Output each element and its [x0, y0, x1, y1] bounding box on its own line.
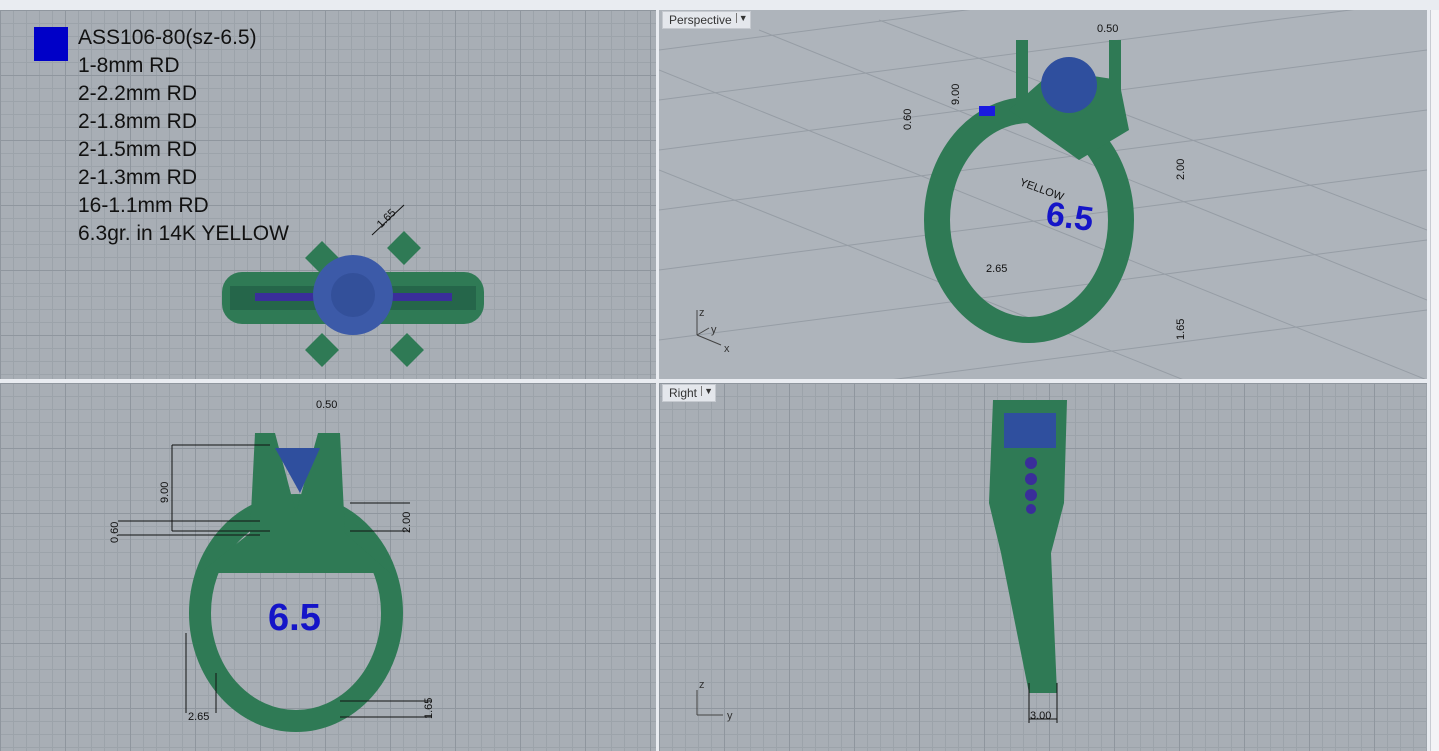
dimension-label: 0.60: [902, 109, 914, 130]
dimension-label: 9.00: [159, 482, 171, 503]
ring-size-label: 6.5: [1043, 194, 1096, 240]
viewport-title: Perspective: [669, 13, 732, 27]
legend-line: 6.3gr. in 14K YELLOW: [78, 222, 289, 245]
dimension-label: 1.65: [423, 698, 435, 719]
legend-line: 16-1.1mm RD: [78, 194, 209, 217]
legend: ASS106-80(sz-6.5) 1-8mm RD 2-2.2mm RD 2-…: [34, 24, 354, 260]
viewport-label-right[interactable]: Right ▼: [662, 384, 717, 402]
dropdown-arrow-icon[interactable]: ▼: [701, 386, 713, 396]
legend-line: 2-2.2mm RD: [78, 82, 198, 105]
dimension-label: 9.00: [950, 84, 962, 105]
dimension-label: 1.65: [375, 207, 399, 231]
perspective-grid: 0.50 9.00 0.60 2.00 2.65 1.65 YELLOW z y…: [659, 10, 1427, 379]
dimension-label: 2.65: [188, 711, 209, 723]
axis-y-label: y: [711, 324, 717, 336]
side-panel: [1430, 10, 1439, 751]
axis-z-label: z: [699, 679, 705, 691]
color-swatch: [34, 27, 68, 61]
dimension-label: 0.50: [1097, 23, 1118, 35]
ring-size-label: 6.5: [268, 597, 321, 639]
dimension-label: 2.00: [1175, 159, 1187, 180]
viewport-label-perspective[interactable]: Perspective ▼: [662, 11, 751, 29]
dimension-label: 1.65: [1175, 319, 1187, 340]
dimension-label: 2.65: [986, 263, 1007, 275]
dimension-label: 2.00: [401, 512, 413, 533]
dropdown-arrow-icon[interactable]: ▼: [735, 13, 748, 23]
viewport-top[interactable]: 1.65 ASS106-80(sz-6.5) 1-8mm RD 2-2.2mm …: [0, 10, 656, 379]
dimension-label: 3.00: [1030, 710, 1051, 722]
legend-line: ASS106-80(sz-6.5): [78, 26, 257, 49]
legend-line: 2-1.5mm RD: [78, 138, 198, 161]
legend-line: 2-1.8mm RD: [78, 110, 198, 133]
viewport-front[interactable]: 0.50 9.00 0.60 2.00 2.65 1.65 6.5: [0, 383, 656, 751]
dimension-label: 0.50: [316, 399, 337, 411]
ring-right-drawing: 3.00 z y: [696, 400, 1067, 723]
viewport-right[interactable]: 3.00 z y Right ▼: [659, 383, 1427, 751]
viewport-perspective[interactable]: 0.50 9.00 0.60 2.00 2.65 1.65 YELLOW z y…: [659, 10, 1427, 379]
dimension-label: 0.60: [109, 522, 121, 543]
legend-line: 1-8mm RD: [78, 54, 180, 77]
legend-line: 2-1.3mm RD: [78, 166, 198, 189]
axis-z-label: z: [699, 307, 705, 319]
viewport-title: Right: [669, 386, 698, 400]
axis-y-label: y: [727, 710, 733, 722]
ring-front-drawing: 0.50 9.00 0.60 2.00 2.65 1.65: [109, 399, 435, 732]
axis-x-label: x: [724, 343, 730, 355]
